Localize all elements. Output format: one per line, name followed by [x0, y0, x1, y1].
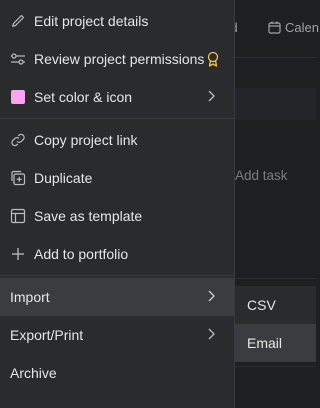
menu-item-edit-project-details[interactable]: Edit project details — [0, 2, 234, 40]
menu-divider — [0, 118, 234, 119]
color-swatch-icon — [10, 89, 26, 105]
menu-item-label: Copy project link — [34, 132, 138, 148]
menu-item-save-as-template[interactable]: Save as template — [0, 197, 234, 235]
duplicate-icon — [10, 170, 26, 186]
add-task-button[interactable]: Add task — [235, 168, 288, 183]
menu-item-import[interactable]: Import — [0, 278, 234, 316]
plus-icon — [10, 246, 26, 262]
menu-item-label: Duplicate — [34, 170, 93, 186]
menu-item-label: Save as template — [34, 208, 143, 224]
tab-calendar[interactable]: Calen — [268, 20, 319, 35]
sliders-icon — [10, 51, 26, 67]
menu-item-archive[interactable]: Archive — [0, 354, 234, 392]
chevron-right-icon — [208, 290, 215, 302]
menu-item-review-permissions[interactable]: Review project permissions — [0, 40, 234, 78]
template-icon — [10, 208, 26, 224]
menu-item-label: Review project permissions — [34, 51, 205, 67]
calendar-icon — [268, 21, 281, 34]
menu-item-export-print[interactable]: Export/Print — [0, 316, 234, 354]
submenu-item-email[interactable]: Email — [235, 324, 316, 362]
menu-divider — [0, 275, 234, 276]
menu-item-set-color-icon[interactable]: Set color & icon — [0, 78, 234, 116]
menu-item-label: Add to portfolio — [34, 246, 129, 262]
menu-item-label: Export/Print — [10, 327, 84, 343]
project-actions-menu: Edit project details Review project perm… — [0, 0, 235, 408]
tab-calendar-label: Calen — [285, 20, 319, 35]
import-submenu: CSV Email — [235, 286, 316, 362]
link-icon — [10, 132, 26, 148]
chevron-right-icon — [208, 328, 215, 340]
menu-item-label: Archive — [10, 365, 57, 381]
menu-item-label: Import — [10, 289, 50, 305]
submenu-item-csv[interactable]: CSV — [235, 286, 316, 324]
pencil-icon — [10, 13, 26, 29]
menu-item-label: Edit project details — [34, 13, 149, 29]
menu-item-add-to-portfolio[interactable]: Add to portfolio — [0, 235, 234, 273]
menu-item-label: Set color & icon — [34, 89, 133, 105]
menu-item-copy-project-link[interactable]: Copy project link — [0, 121, 234, 159]
menu-item-duplicate[interactable]: Duplicate — [0, 159, 234, 197]
chevron-right-icon — [208, 90, 215, 102]
award-icon — [207, 51, 219, 67]
